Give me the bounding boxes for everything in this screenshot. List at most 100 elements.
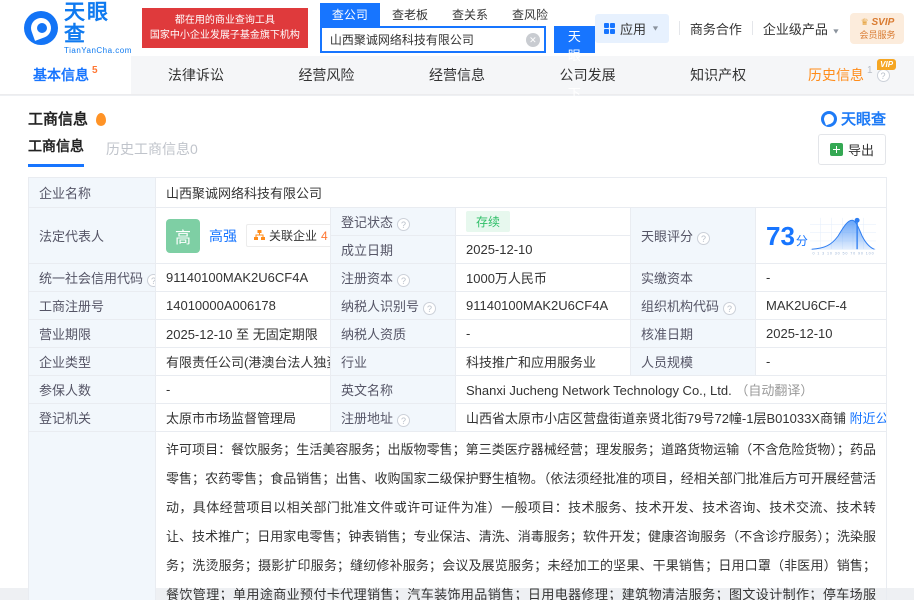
help-icon[interactable] <box>397 218 410 231</box>
score-cell[interactable]: 73 分 <box>756 208 887 264</box>
help-icon[interactable] <box>723 302 736 315</box>
approval-date-label: 核准日期 <box>631 320 756 348</box>
taxpayer-id-label: 纳税人识别号 <box>331 292 456 320</box>
logo-title: 天眼查 <box>64 2 132 46</box>
staff-size-label: 人员规模 <box>631 348 756 376</box>
tab-company-development[interactable]: 公司发展 <box>522 56 653 94</box>
taxpayer-quality-value: - <box>456 320 631 348</box>
export-button[interactable]: 导出 <box>818 134 886 165</box>
business-registration-table: 企业名称 山西聚诚网络科技有限公司 法定代表人 高 高强 关联企业 <box>28 177 887 600</box>
insured-count-label: 参保人数 <box>29 376 156 404</box>
reg-authority-label: 登记机关 <box>29 404 156 432</box>
top-bar: 天眼查 TianYanCha.com 都在用的商业查询工具 国家中小企业发展子基… <box>0 0 914 56</box>
tab-operating-risk[interactable]: 经营风险 <box>261 56 392 94</box>
related-companies-label: 关联企业 <box>269 227 317 244</box>
search-tab-relation[interactable]: 查关系 <box>440 3 500 26</box>
flame-icon <box>96 113 106 126</box>
section-title: 工商信息 <box>28 108 88 129</box>
related-companies-badge[interactable]: 关联企业 4 <box>246 224 331 247</box>
tianyancha-watermark-icon <box>821 111 837 127</box>
table-row: 企业类型 有限责任公司(港澳台法人独资) 行业 科技推广和应用服务业 人员规模 … <box>29 348 887 376</box>
help-icon[interactable] <box>877 69 890 82</box>
promo-banner-line2: 国家中小企业发展子基金旗下机构 <box>150 28 300 43</box>
clear-icon[interactable] <box>526 33 540 47</box>
tab-history-info[interactable]: VIP 历史信息 1 <box>783 56 914 94</box>
search-button[interactable]: 天眼一下 <box>554 26 595 53</box>
menu-enterprise-products[interactable]: 企业级产品 <box>763 19 841 38</box>
nearby-companies-link[interactable]: 附近公司 <box>850 411 887 426</box>
legal-rep-link[interactable]: 高强 <box>209 226 237 246</box>
table-row: 企业名称 山西聚诚网络科技有限公司 <box>29 178 887 208</box>
taxpayer-id-label-text: 纳税人识别号 <box>341 299 419 314</box>
reg-number-value: 14010000A006178 <box>156 292 331 320</box>
search-area: 查公司 查老板 查关系 查风险 天眼一下 <box>320 3 595 53</box>
svip-member-button[interactable]: ♛ SVIP 会员服务 <box>850 13 904 44</box>
address-value: 山西省太原市小店区营盘街道亲贤北街79号72幢-1层B01033X商铺 附近公司 <box>456 404 887 432</box>
search-tab-risk[interactable]: 查风险 <box>500 3 560 26</box>
menu-business-cooperation[interactable]: 商务合作 <box>690 19 742 38</box>
org-chart-icon <box>254 230 265 241</box>
help-icon[interactable] <box>147 274 155 287</box>
english-name-note: （自动翻译） <box>735 383 813 398</box>
table-row: 法定代表人 高 高强 关联企业 4 <box>29 208 887 236</box>
tab-intellectual-property[interactable]: 知识产权 <box>653 56 784 94</box>
business-scope-value: 许可项目：餐饮服务；生活美容服务；出版物零售；第三类医疗器械经营；理发服务；道路… <box>156 432 887 600</box>
business-scope-label: 经营范围 <box>29 432 156 600</box>
search-tab-company[interactable]: 查公司 <box>320 3 380 26</box>
vip-badge: VIP <box>877 59 896 70</box>
taxpayer-id-value: 91140100MAK2U6CF4A <box>456 292 631 320</box>
top-menu: 应用 商务合作 企业级产品 ♛ SVIP 会员服务 此处有... <box>595 13 914 44</box>
tab-legal-litigation[interactable]: 法律诉讼 <box>131 56 262 94</box>
taxpayer-quality-label: 纳税人资质 <box>331 320 456 348</box>
help-icon[interactable] <box>397 414 410 427</box>
score-label: 天眼评分 <box>631 208 756 264</box>
table-row: 经营范围 许可项目：餐饮服务；生活美容服务；出版物零售；第三类医疗器械经营；理发… <box>29 432 887 600</box>
score-unit: 分 <box>796 232 808 249</box>
menu-enterprise-label: 企业级产品 <box>763 22 828 37</box>
app-menu-label: 应用 <box>620 19 646 38</box>
legal-rep-label: 法定代表人 <box>29 208 156 264</box>
insured-count-value: - <box>156 376 331 404</box>
score-distribution-chart: 0 1 3 10 30 50 70 90 100 <box>810 212 876 260</box>
tianyancha-logo[interactable]: 天眼查 TianYanCha.com <box>24 2 132 55</box>
score-label-text: 天眼评分 <box>641 229 693 244</box>
chevron-down-icon <box>651 24 660 32</box>
address-label: 注册地址 <box>331 404 456 432</box>
reg-authority-value: 太原市市场监督管理局 <box>156 404 331 432</box>
tab-business-info[interactable]: 经营信息 <box>392 56 523 94</box>
divider <box>679 21 680 35</box>
help-icon[interactable] <box>697 232 710 245</box>
table-row: 工商注册号 14010000A006178 纳税人识别号 91140100MAK… <box>29 292 887 320</box>
subtab-history-business-info[interactable]: 历史工商信息0 <box>106 139 198 167</box>
tab-business-info-label: 经营信息 <box>429 65 485 85</box>
org-code-value: MAK2U6CF-4 <box>756 292 887 320</box>
search-input[interactable] <box>320 26 546 53</box>
tab-basic-info[interactable]: 基本信息 5 <box>0 56 131 94</box>
crown-icon: ♛ <box>861 17 869 27</box>
tab-operating-risk-label: 经营风险 <box>298 65 354 85</box>
address-text: 山西省太原市小店区营盘街道亲贤北街79号72幢-1层B01033X商铺 <box>466 411 846 426</box>
company-name-value: 山西聚诚网络科技有限公司 <box>156 178 887 208</box>
reg-capital-value: 1000万人民币 <box>456 264 631 292</box>
reg-status-label: 登记状态 <box>331 208 456 236</box>
app-menu[interactable]: 应用 <box>595 14 669 43</box>
help-icon[interactable] <box>397 274 410 287</box>
page-nav-tabs: 基本信息 5 法律诉讼 经营风险 经营信息 公司发展 知识产权 VIP 历史信息… <box>0 56 914 95</box>
paid-capital-label: 实缴资本 <box>631 264 756 292</box>
reg-status-label-text: 登记状态 <box>341 215 393 230</box>
tab-intellectual-property-label: 知识产权 <box>690 65 746 85</box>
business-info-card: 工商信息 天眼查 工商信息 历史工商信息0 导出 企业名称 山西聚诚网络科技有限… <box>0 96 914 588</box>
promo-banner: 都在用的商业查询工具 国家中小企业发展子基金旗下机构 <box>142 8 308 48</box>
table-row: 登记机关 太原市市场监督管理局 注册地址 山西省太原市小店区营盘街道亲贤北街79… <box>29 404 887 432</box>
reg-capital-label: 注册资本 <box>331 264 456 292</box>
business-term-label: 营业期限 <box>29 320 156 348</box>
subtab-current-business-info[interactable]: 工商信息 <box>28 136 84 167</box>
logo-domain: TianYanCha.com <box>64 46 132 55</box>
credit-code-label-text: 统一社会信用代码 <box>39 271 143 286</box>
search-tabs: 查公司 查老板 查关系 查风险 <box>320 3 595 26</box>
help-icon[interactable] <box>423 302 436 315</box>
avatar[interactable]: 高 <box>166 219 200 253</box>
business-term-value: 2025-12-10 至 无固定期限 <box>156 320 331 348</box>
search-tab-boss[interactable]: 查老板 <box>380 3 440 26</box>
divider <box>752 21 753 35</box>
